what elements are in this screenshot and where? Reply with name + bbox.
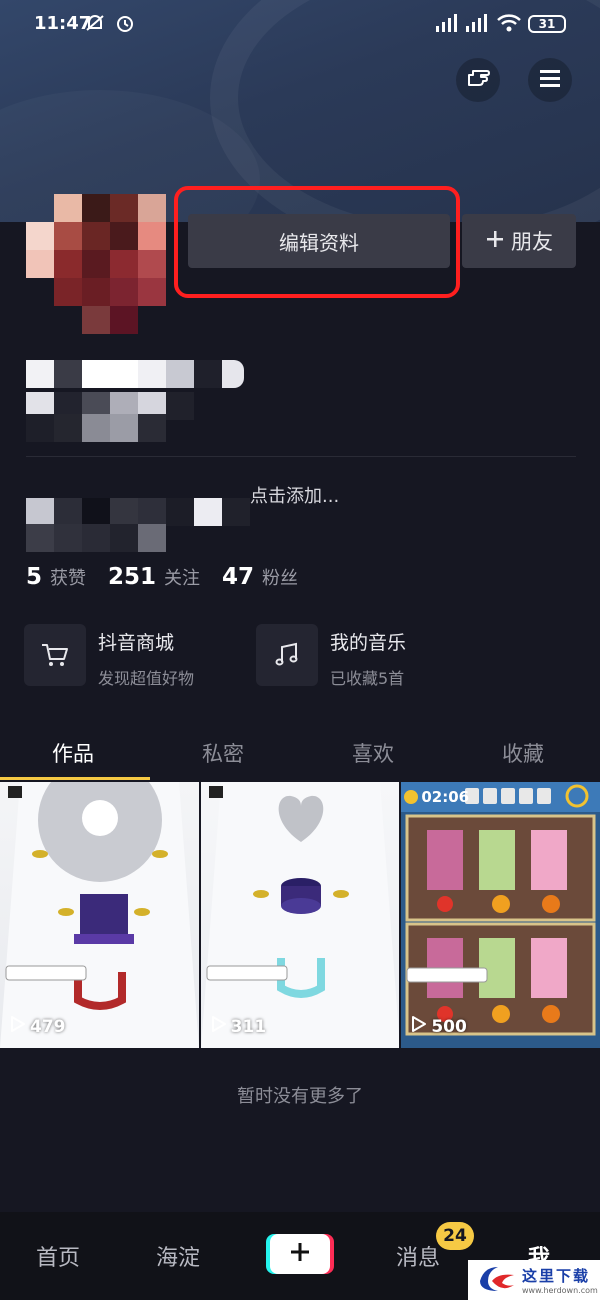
feature-shop[interactable]: 抖音商城 发现超值好物: [24, 624, 194, 690]
bio-redacted: [26, 498, 250, 526]
play-icon: [411, 1015, 427, 1038]
watermark-url: www.herdown.com: [522, 1286, 598, 1295]
video-thumbnail[interactable]: 02:06 500: [401, 782, 600, 1048]
bio-redacted-2: [26, 524, 166, 552]
signal-icon-2: [464, 12, 490, 40]
hand-pointer-button[interactable]: [456, 58, 500, 102]
status-bar: 11:47 31: [0, 0, 600, 50]
no-more-hint: 暂时没有更多了: [237, 1086, 363, 1107]
game-screenshot-2: [200, 782, 400, 1048]
signal-icon-1: [434, 12, 460, 40]
highlight-annotation: [174, 186, 460, 298]
add-friend-button[interactable]: 朋友: [462, 214, 576, 268]
message-badge: 24: [436, 1222, 474, 1250]
shopping-cart-icon: [24, 624, 86, 686]
feature-shop-title: 抖音商城: [98, 632, 175, 654]
tab-works[interactable]: 作品: [52, 738, 94, 768]
add-friend-label: 朋友: [511, 230, 553, 254]
play-icon: [211, 1015, 227, 1038]
nav-home[interactable]: 首页: [36, 1240, 80, 1272]
tab-favorites[interactable]: 收藏: [502, 738, 544, 768]
feature-music-title: 我的音乐: [330, 632, 407, 654]
hand-pointer-icon: [463, 63, 493, 97]
feature-music[interactable]: 我的音乐 已收藏5首: [256, 624, 406, 690]
smoothie-photo: [401, 782, 600, 1036]
profile-stats: 5 获赞 251 关注 47 粉丝: [26, 564, 320, 590]
avatar[interactable]: [26, 194, 168, 334]
hamburger-menu-icon: [538, 67, 562, 93]
profile-tabs: 作品 私密 喜欢 收藏: [0, 730, 600, 782]
mute-bell-icon: [84, 12, 106, 40]
feature-music-sub: 已收藏5首: [330, 669, 405, 688]
play-count: 479: [10, 1015, 66, 1038]
following-label[interactable]: 关注: [164, 564, 200, 590]
add-bio-hint[interactable]: 点击添加...: [250, 482, 339, 508]
nav-messages[interactable]: 消息: [396, 1240, 440, 1272]
tab-likes[interactable]: 喜欢: [352, 738, 394, 768]
menu-button[interactable]: [528, 58, 572, 102]
tab-private[interactable]: 私密: [202, 738, 244, 768]
user-id-redacted-2: [26, 414, 166, 442]
play-count: 500: [411, 1015, 467, 1038]
view-count: 311: [230, 1016, 267, 1037]
play-icon: [10, 1015, 26, 1038]
following-count[interactable]: 251: [108, 564, 156, 590]
alarm-icon: [114, 12, 136, 40]
view-count: 479: [30, 1016, 66, 1037]
create-button[interactable]: [270, 1234, 330, 1274]
game-timer: 02:06: [421, 788, 470, 806]
divider: [26, 456, 576, 457]
view-count: 500: [431, 1016, 467, 1037]
followers-count[interactable]: 47: [222, 564, 254, 590]
play-count: 311: [211, 1015, 267, 1038]
wifi-icon: [496, 12, 522, 40]
music-note-icon: [256, 624, 318, 686]
video-grid: 479 311 02:06 500: [0, 782, 600, 1048]
video-thumbnail[interactable]: 479: [0, 782, 199, 1048]
status-time: 11:47: [34, 13, 92, 34]
battery-indicator: 31: [528, 15, 566, 33]
likes-count[interactable]: 5: [26, 564, 42, 590]
nickname-redacted: [26, 360, 244, 388]
tab-indicator: [0, 777, 150, 780]
plus-icon: [289, 1241, 311, 1267]
feature-shop-sub: 发现超值好物: [98, 669, 195, 688]
watermark-logo-icon: [474, 1261, 518, 1299]
video-thumbnail[interactable]: 311: [200, 782, 400, 1048]
likes-label[interactable]: 获赞: [50, 564, 86, 590]
nav-local[interactable]: 海淀: [156, 1240, 200, 1272]
followers-label[interactable]: 粉丝: [262, 564, 298, 590]
watermark-text: 这里下载: [522, 1267, 591, 1285]
plus-icon: [485, 229, 505, 254]
site-watermark: 这里下载 www.herdown.com: [468, 1260, 600, 1300]
game-screenshot-1: [0, 782, 199, 1048]
